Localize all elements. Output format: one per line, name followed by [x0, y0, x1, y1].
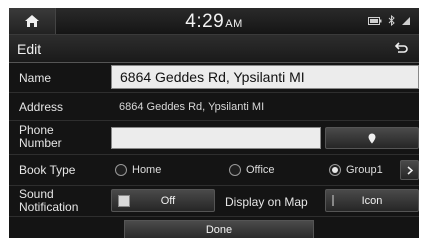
sound-toggle-button[interactable]: Off — [111, 189, 215, 212]
clock-ampm: AM — [225, 18, 243, 30]
display-indicator — [332, 195, 334, 206]
address-label: Address — [19, 100, 64, 114]
book-type-next-button[interactable] — [400, 160, 419, 180]
radio-home-circle — [115, 164, 127, 176]
phone-label-line2: Number — [19, 136, 62, 150]
back-button[interactable] — [387, 38, 415, 59]
address-value: 6864 Geddes Rd, Ypsilanti MI — [119, 101, 265, 113]
map-pin-icon — [368, 133, 376, 143]
radio-home[interactable]: Home — [115, 164, 161, 176]
row-sound: Sound Notification Off Display on Map Ic… — [9, 186, 419, 217]
battery-icon — [368, 16, 382, 25]
done-button[interactable]: Done — [124, 220, 314, 238]
sound-checkbox — [118, 194, 130, 207]
clock: 4:29AM — [9, 11, 419, 33]
radio-home-label: Home — [132, 164, 162, 176]
status-bar: 4:29AM — [9, 8, 419, 35]
sound-value: Off — [160, 194, 176, 207]
phone-label: Phone Number — [19, 124, 62, 150]
radio-group1-circle — [329, 164, 341, 176]
title-bar: Edit — [9, 35, 419, 63]
name-field[interactable]: 6864 Geddes Rd, Ypsilanti MI — [111, 65, 419, 89]
radio-office-circle — [229, 164, 241, 176]
chevron-right-icon — [407, 165, 413, 175]
clock-time: 4:29 — [185, 11, 225, 32]
display-icon-button[interactable]: Icon — [325, 189, 419, 212]
radio-group1[interactable]: Group1 — [329, 164, 383, 176]
bluetooth-icon — [388, 15, 395, 26]
page-title: Edit — [17, 41, 42, 57]
display-value: Icon — [361, 194, 383, 207]
status-icons — [368, 15, 411, 26]
name-label: Name — [19, 71, 52, 85]
row-name: Name 6864 Geddes Rd, Ypsilanti MI — [9, 63, 419, 93]
screen: 4:29AM Edit Name 6864 Geddes Rd, Ypsilan… — [9, 8, 419, 238]
book-type-label: Book Type — [19, 163, 76, 177]
radio-group1-label: Group1 — [346, 164, 383, 176]
map-pin-button[interactable] — [325, 127, 419, 149]
radio-office[interactable]: Office — [229, 164, 275, 176]
row-phone: Phone Number — [9, 121, 419, 155]
phone-field[interactable] — [111, 127, 321, 149]
sound-label: Sound Notification — [19, 188, 78, 214]
row-book-type: Book Type Home Office Group1 — [9, 155, 419, 186]
back-arrow-icon — [394, 42, 408, 53]
display-on-map-label: Display on Map — [225, 195, 308, 209]
signal-icon — [402, 16, 410, 25]
radio-selected-dot — [332, 167, 338, 173]
sound-label-line2: Notification — [19, 200, 79, 214]
radio-office-label: Office — [246, 164, 275, 176]
row-address: Address 6864 Geddes Rd, Ypsilanti MI — [9, 93, 419, 121]
